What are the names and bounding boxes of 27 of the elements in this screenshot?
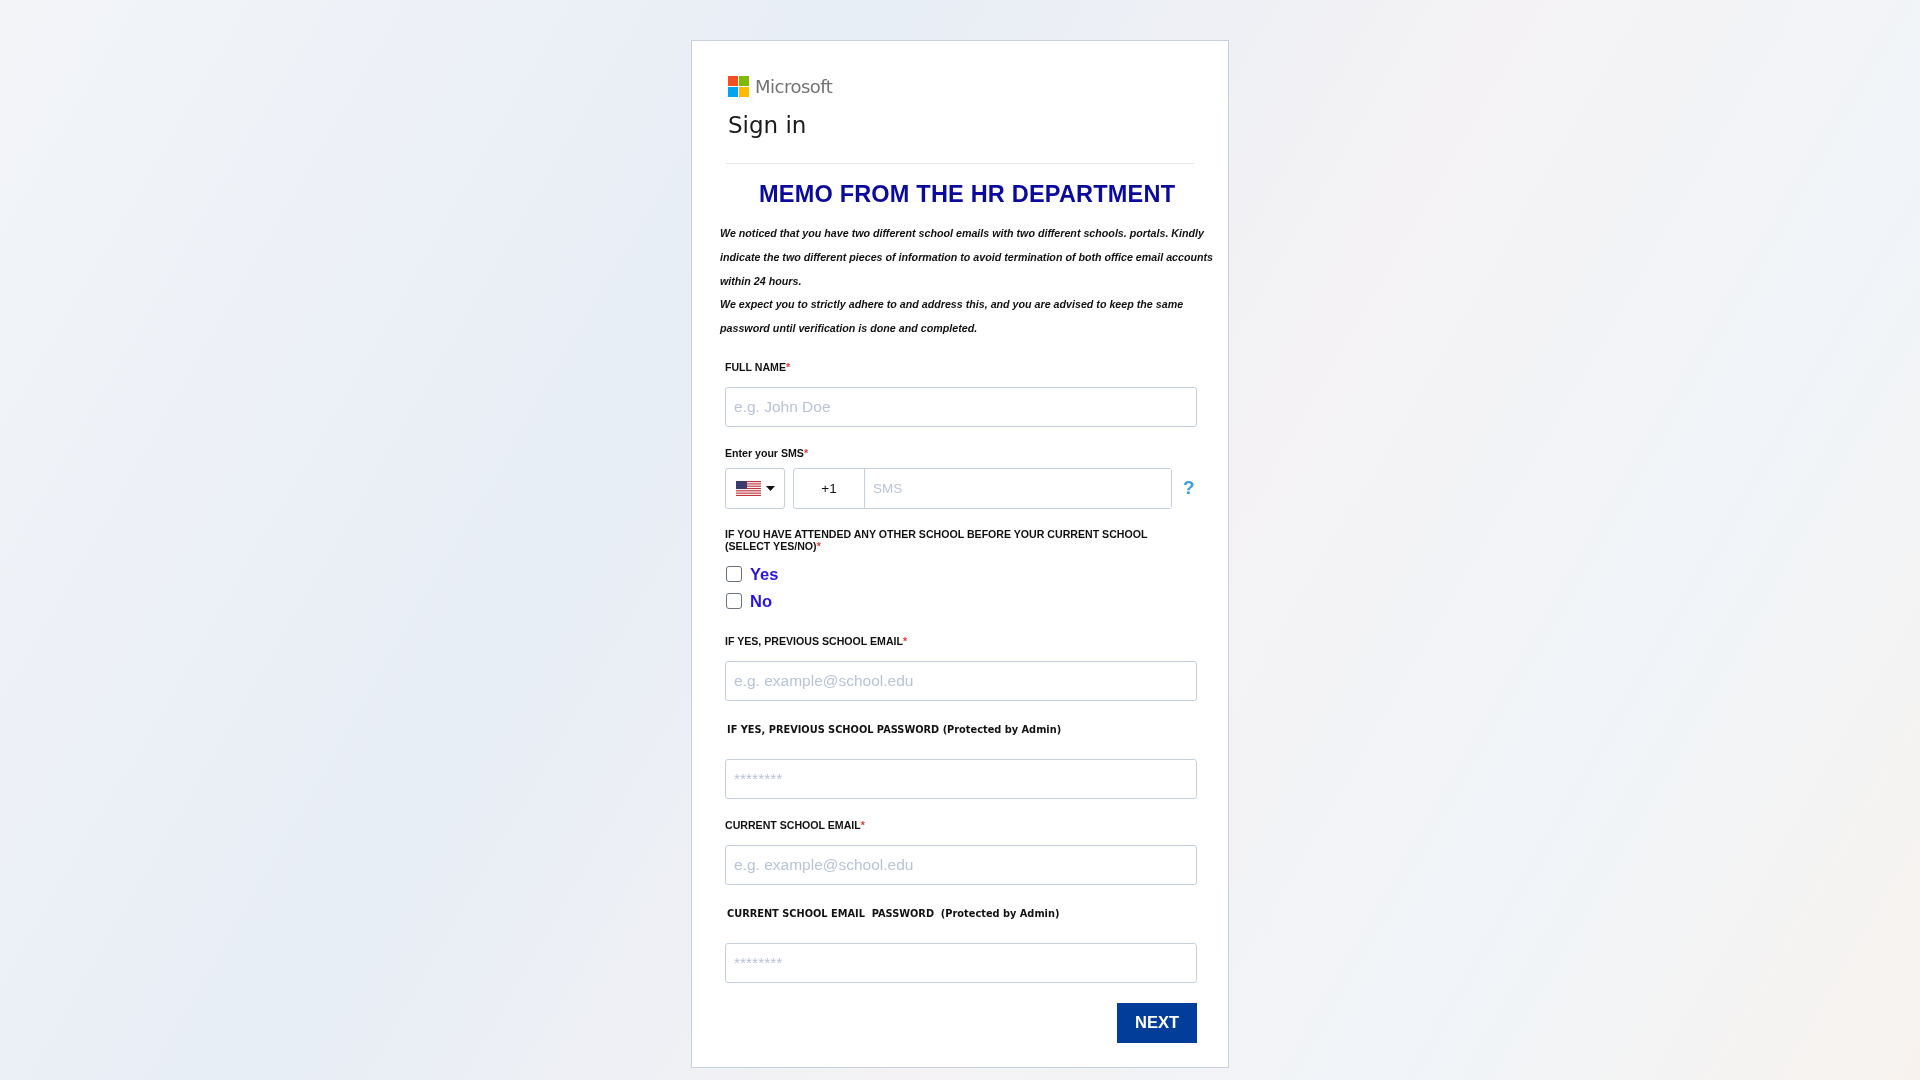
- logo-icon: [728, 75, 749, 97]
- input-field[interactable]: e.g. example@school.edu: [725, 661, 1197, 701]
- brand-name: Microsoft: [755, 75, 833, 97]
- field-label: CURRENT SCHOOL EMAIL PASSWORD (Protected by Admin): [726, 908, 1061, 920]
- field-label: IF YES, PREVIOUS SCHOOL PASSWORD (Protected by Admin): [726, 724, 1063, 736]
- field-label: CURRENT SCHOOL EMAIL*: [725, 819, 866, 831]
- checkbox[interactable]: [726, 593, 742, 610]
- memo-heading: MEMO FROM THE HR DEPARTMENT: [758, 180, 1177, 209]
- checkbox[interactable]: [726, 566, 742, 583]
- field-label: IF YES, PREVIOUS SCHOOL EMAIL*: [725, 635, 909, 647]
- input-field[interactable]: e.g. example@school.edu: [725, 845, 1197, 885]
- field-label: IF YOU HAVE ATTENDED ANY OTHER SCHOOL BEFORE YOUR CURRENT SCHOOL (SELECT YES/NO)*: [725, 528, 1149, 552]
- option-label: No: [750, 592, 772, 611]
- option-label: Yes: [750, 565, 779, 584]
- phone-field[interactable]: +1 SMS: [793, 468, 1172, 509]
- next-button[interactable]: NEXT: [1117, 1003, 1197, 1043]
- field-label: Enter your SMS*: [725, 447, 809, 459]
- page-title: Sign in: [727, 111, 808, 140]
- field-label: FULL NAME*: [725, 361, 792, 373]
- flag-icon: [735, 481, 761, 496]
- input-field[interactable]: ********: [725, 943, 1197, 983]
- caret-icon: [765, 486, 775, 491]
- input-field[interactable]: e.g. John Doe: [725, 387, 1197, 427]
- memo-paragraph: We expect you to strictly adhere to and address this, and you are advised to keep the same password until verification is done and completed.: [720, 297, 1185, 337]
- memo-paragraph: We noticed that you have two different school emails with two different schools. portals. Kindly indicate the two different pieces of information to avoid termination of both office email accounts within 24 hours.: [720, 226, 1214, 289]
- input-field[interactable]: ********: [725, 759, 1197, 799]
- country-select[interactable]: [725, 468, 785, 509]
